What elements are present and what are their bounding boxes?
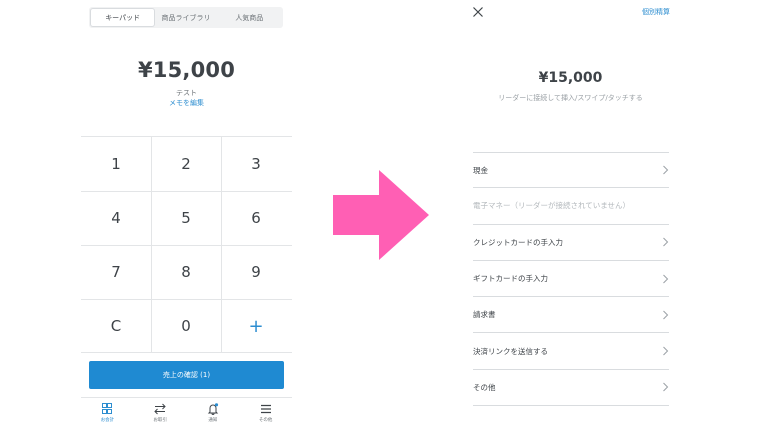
payment-option-invoice[interactable]: 請求書 [473, 297, 669, 334]
key-add[interactable]: + [221, 299, 291, 353]
payment-option-label: 請求書 [473, 310, 496, 320]
nav-more[interactable]: その他 [239, 398, 292, 428]
bottom-nav: お会計 お取引 通知 その他 [81, 397, 292, 428]
split-payment-link[interactable]: 個別精算 [642, 7, 670, 17]
transfer-arrows-icon [154, 403, 166, 415]
nav-label: お取引 [153, 418, 167, 423]
key-clear[interactable]: C [81, 299, 151, 353]
reader-instruction: リーダーに接続して挿入/スワイプ/タッチする [498, 94, 643, 102]
numeric-keypad: 1 2 3 4 5 6 7 8 9 C 0 + [81, 136, 292, 353]
menu-icon [260, 404, 271, 414]
key-3[interactable]: 3 [221, 137, 291, 191]
chevron-right-icon [663, 346, 669, 356]
payment-option-label: ギフトカードの手入力 [473, 274, 548, 284]
chevron-right-icon [663, 165, 669, 175]
key-7[interactable]: 7 [81, 245, 151, 299]
right-arrow-icon [333, 170, 429, 260]
payment-method-list: 現金 電子マネー（リーダーが接続されていません） クレジットカードの手入力 ギフ… [473, 152, 669, 407]
nav-transactions[interactable]: お取引 [134, 398, 187, 428]
nav-notifications[interactable]: 通知 [187, 398, 240, 428]
key-4[interactable]: 4 [81, 191, 151, 245]
mode-segmented-control: キーパッド 商品ライブラリ 人気商品 [89, 7, 283, 28]
payment-option-cash[interactable]: 現金 [473, 152, 669, 189]
key-0[interactable]: 0 [151, 299, 221, 353]
key-9[interactable]: 9 [221, 245, 291, 299]
grid-icon [102, 403, 113, 414]
payment-option-e-money: 電子マネー（リーダーが接続されていません） [473, 188, 669, 225]
payment-option-label: クレジットカードの手入力 [473, 237, 563, 247]
keypad-screen: キーパッド 商品ライブラリ 人気商品 ¥15,000 テスト メモを編集 1 2… [81, 0, 292, 428]
tab-item-library[interactable]: 商品ライブラリ [154, 9, 217, 26]
memo-text: テスト [176, 89, 197, 97]
key-1[interactable]: 1 [81, 137, 151, 191]
key-6[interactable]: 6 [221, 191, 291, 245]
payment-option-label: 電子マネー（リーダーが接続されていません） [473, 201, 631, 211]
bell-icon [207, 403, 219, 415]
payment-method-screen: 個別精算 ¥15,000 リーダーに接続して挿入/スワイプ/タッチする 現金 電… [464, 0, 677, 428]
payment-option-other[interactable]: その他 [473, 370, 669, 407]
payment-option-label: 現金 [473, 165, 488, 175]
chevron-right-icon [663, 274, 669, 283]
nav-label: お会計 [100, 418, 115, 423]
payment-option-gift-card[interactable]: ギフトカードの手入力 [473, 261, 669, 298]
tab-keypad[interactable]: キーパッド [91, 9, 155, 26]
edit-memo-link[interactable]: メモを編集 [81, 98, 292, 108]
nav-label: その他 [258, 418, 273, 423]
chevron-right-icon [663, 237, 669, 247]
key-8[interactable]: 8 [151, 245, 221, 299]
close-icon[interactable] [472, 6, 484, 18]
chevron-right-icon [663, 383, 669, 392]
nav-label: 通知 [208, 418, 218, 423]
confirm-sale-button[interactable]: 売上の確認 (1) [89, 361, 284, 389]
payment-option-manual-card[interactable]: クレジットカードの手入力 [473, 225, 669, 261]
chevron-right-icon [663, 310, 669, 320]
nav-checkout[interactable]: お会計 [81, 398, 134, 428]
payment-option-label: その他 [473, 382, 496, 392]
sale-amount: ¥15,000 [137, 58, 236, 82]
payment-amount: ¥15,000 [538, 70, 603, 86]
payment-option-payment-link[interactable]: 決済リンクを送信する [473, 333, 669, 370]
key-2[interactable]: 2 [151, 137, 221, 191]
payment-option-label: 決済リンクを送信する [473, 346, 548, 356]
key-5[interactable]: 5 [151, 191, 221, 245]
tab-popular-items[interactable]: 人気商品 [218, 9, 281, 26]
